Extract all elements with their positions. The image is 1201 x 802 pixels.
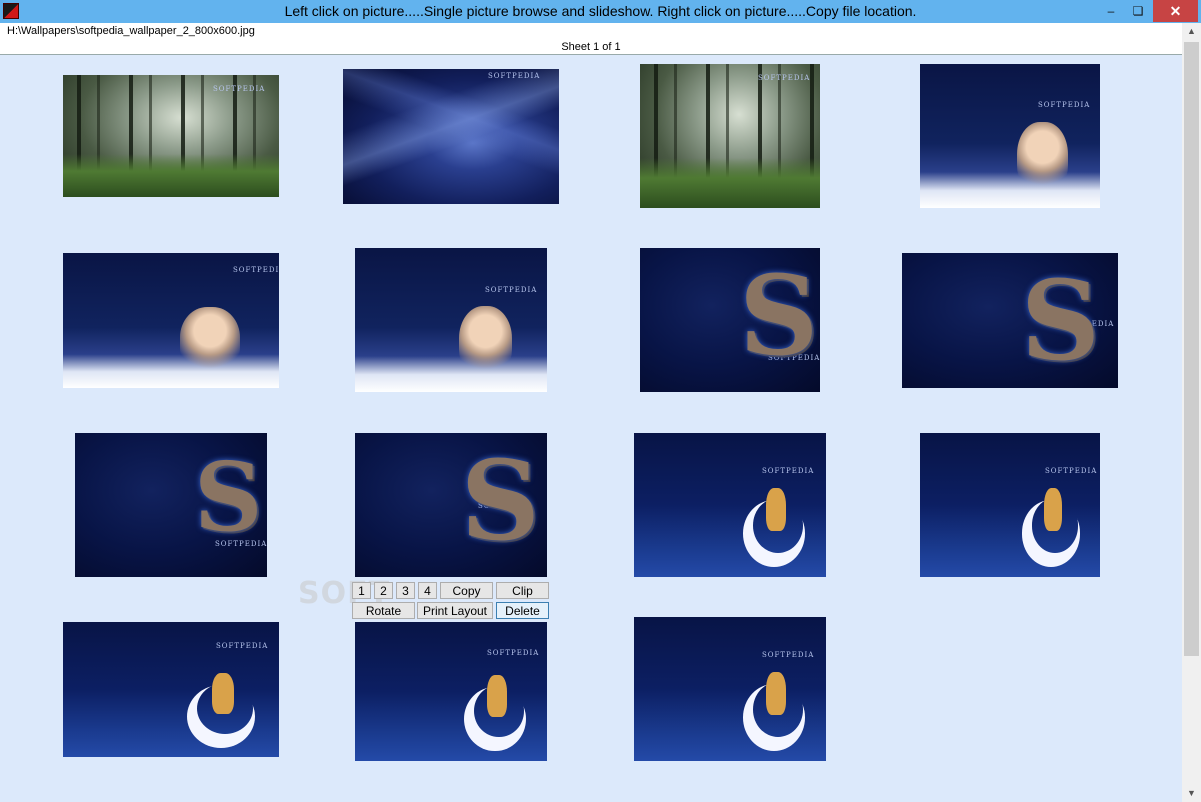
path-bar: H:\Wallpapers\softpedia_wallpaper_2_800x…: [0, 23, 1182, 55]
scroll-thumb[interactable]: [1184, 42, 1199, 656]
thumbnail-11[interactable]: SOFTPEDIA: [634, 433, 826, 577]
copy-button[interactable]: Copy: [440, 582, 493, 599]
thumbnail-9[interactable]: SOFTPEDIA: [75, 433, 267, 577]
thumbnail-logo: SOFTPEDIA: [485, 286, 538, 294]
layout-3-button[interactable]: 3: [396, 582, 415, 599]
thumbnail-logo: SOFTPEDIA: [762, 651, 815, 659]
thumbnail-logo: SOFTPEDIA: [213, 85, 266, 93]
scroll-up-icon[interactable]: ▲: [1182, 23, 1201, 40]
thumbnail-logo: SOFTPEDIA: [1062, 320, 1115, 328]
thumbnail-12[interactable]: SOFTPEDIA: [920, 433, 1100, 577]
thumbnail-10[interactable]: SOFTPEDIA: [355, 433, 547, 577]
sheet-indicator: Sheet 1 of 1: [561, 41, 621, 53]
minimize-icon[interactable]: –: [1098, 0, 1124, 22]
scroll-down-icon[interactable]: ▼: [1182, 785, 1201, 802]
thumbnail-logo: SOFTPEDIA: [1045, 467, 1098, 475]
thumbnail-logo: SOFTPEDIA: [1038, 101, 1091, 109]
thumbnail-logo: SOFTPEDIA: [487, 649, 540, 657]
thumbnail-7[interactable]: SOFTPEDIA: [640, 248, 820, 392]
thumbnail-logo: SOFTPEDIA: [488, 72, 541, 80]
thumbnail-logo: SOFTPEDIA: [762, 467, 815, 475]
thumbnail-logo: SOFTPEDIA: [216, 642, 269, 650]
window-title: Left click on picture.....Single picture…: [284, 3, 917, 19]
thumbnail-14[interactable]: SOFTPEDIA: [355, 622, 547, 761]
thumbnail-6[interactable]: SOFTPEDIA: [355, 248, 547, 392]
thumbnail-1[interactable]: SOFTPEDIA: [63, 75, 279, 197]
thumbnail-15[interactable]: SOFTPEDIA: [634, 617, 826, 761]
rotate-button[interactable]: Rotate: [352, 602, 415, 619]
thumbnail-3[interactable]: SOFTPEDIA: [640, 64, 820, 208]
thumbnail-logo: SOFTPEDIA: [233, 266, 279, 274]
thumbnail-5[interactable]: SOFTPEDIA: [63, 253, 279, 388]
maximize-icon[interactable]: ❏: [1125, 0, 1151, 22]
close-icon[interactable]: ✕: [1153, 0, 1198, 22]
thumbnail-logo: SOFTPEDIA: [758, 74, 811, 82]
file-path: H:\Wallpapers\softpedia_wallpaper_2_800x…: [7, 25, 255, 37]
thumbnail-8[interactable]: SOFTPEDIA: [902, 253, 1118, 388]
layout-2-button[interactable]: 2: [374, 582, 393, 599]
delete-button[interactable]: Delete: [496, 602, 549, 619]
thumbnail-2[interactable]: SOFTPEDIA: [343, 69, 559, 204]
thumbnail-13[interactable]: SOFTPEDIA: [63, 622, 279, 757]
title-bar: Left click on picture.....Single picture…: [0, 0, 1201, 23]
print-layout-button[interactable]: Print Layout: [417, 602, 493, 619]
thumbnail-logo: SOFTPEDIA: [768, 354, 820, 362]
clip-button[interactable]: Clip: [496, 582, 549, 599]
layout-4-button[interactable]: 4: [418, 582, 437, 599]
thumbnail-logo: SOFTPEDIA: [478, 502, 531, 510]
picture-control-panel: 1 2 3 4 Copy Clip Rotate Print Layout De…: [350, 581, 550, 621]
thumbnail-logo: SOFTPEDIA: [215, 540, 267, 548]
vertical-scrollbar[interactable]: ▲ ▼: [1182, 23, 1201, 802]
layout-1-button[interactable]: 1: [352, 582, 371, 599]
thumbnail-4[interactable]: SOFTPEDIA: [920, 64, 1100, 208]
